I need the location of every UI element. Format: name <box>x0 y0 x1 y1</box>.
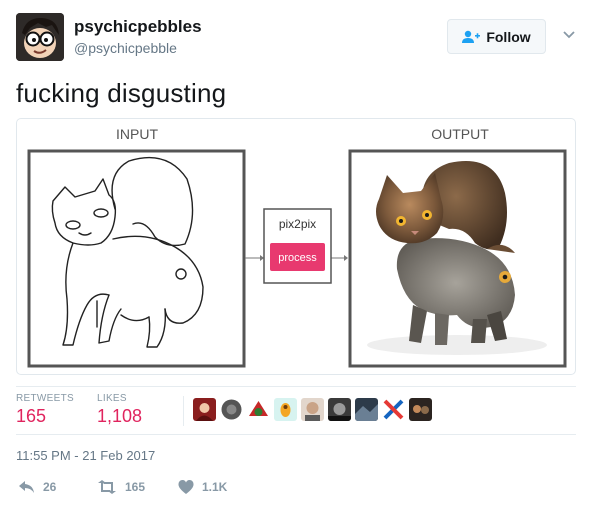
tweet-text: fucking disgusting <box>16 78 227 108</box>
like-count: 1.1K <box>202 480 228 494</box>
liker-avatar[interactable] <box>301 398 324 421</box>
liker-avatar[interactable] <box>220 398 243 421</box>
display-name[interactable]: psychicpebbles <box>74 17 202 37</box>
tweet-timestamp[interactable]: 11:55 PM - 21 Feb 2017 <box>16 448 155 463</box>
model-label: pix2pix <box>279 217 316 231</box>
stats-separator <box>183 396 184 426</box>
user-handle[interactable]: @psychicpebble <box>74 40 177 56</box>
follow-button[interactable]: Follow <box>447 19 546 54</box>
retweet-count: 165 <box>125 480 146 494</box>
reply-count: 26 <box>43 480 57 494</box>
input-frame <box>27 149 246 368</box>
tweet-media[interactable]: INPUT OUTPUT pix2pix process <box>16 118 576 375</box>
avatar[interactable] <box>16 13 64 61</box>
liker-avatar[interactable] <box>328 398 351 421</box>
stats-divider-bottom <box>16 434 576 435</box>
likes-label: LIKES <box>97 393 127 404</box>
follow-user-icon <box>462 30 481 43</box>
liker-avatar[interactable] <box>193 398 216 421</box>
like-action[interactable]: 1.1K <box>178 480 227 494</box>
liker-avatar[interactable] <box>274 398 297 421</box>
liker-avatar[interactable] <box>355 398 378 421</box>
reply-action[interactable]: 26 <box>18 480 56 494</box>
stats-divider-top <box>16 386 576 387</box>
retweets-count[interactable]: 165 <box>16 406 46 427</box>
input-label: INPUT <box>116 126 158 142</box>
likes-count[interactable]: 1,108 <box>97 406 142 427</box>
chevron-down-icon[interactable] <box>562 30 576 40</box>
likers-row <box>193 398 432 421</box>
heart-icon <box>178 480 194 494</box>
reply-icon <box>19 481 34 493</box>
liker-avatar[interactable] <box>409 398 432 421</box>
follow-label: Follow <box>486 28 531 45</box>
liker-avatar[interactable] <box>382 398 405 421</box>
liker-avatar[interactable] <box>247 398 270 421</box>
output-label: OUTPUT <box>431 126 489 142</box>
retweet-action[interactable]: 165 <box>97 480 145 494</box>
process-label: process <box>278 252 317 264</box>
retweets-label: RETWEETS <box>16 393 74 404</box>
retweet-icon <box>98 480 116 494</box>
